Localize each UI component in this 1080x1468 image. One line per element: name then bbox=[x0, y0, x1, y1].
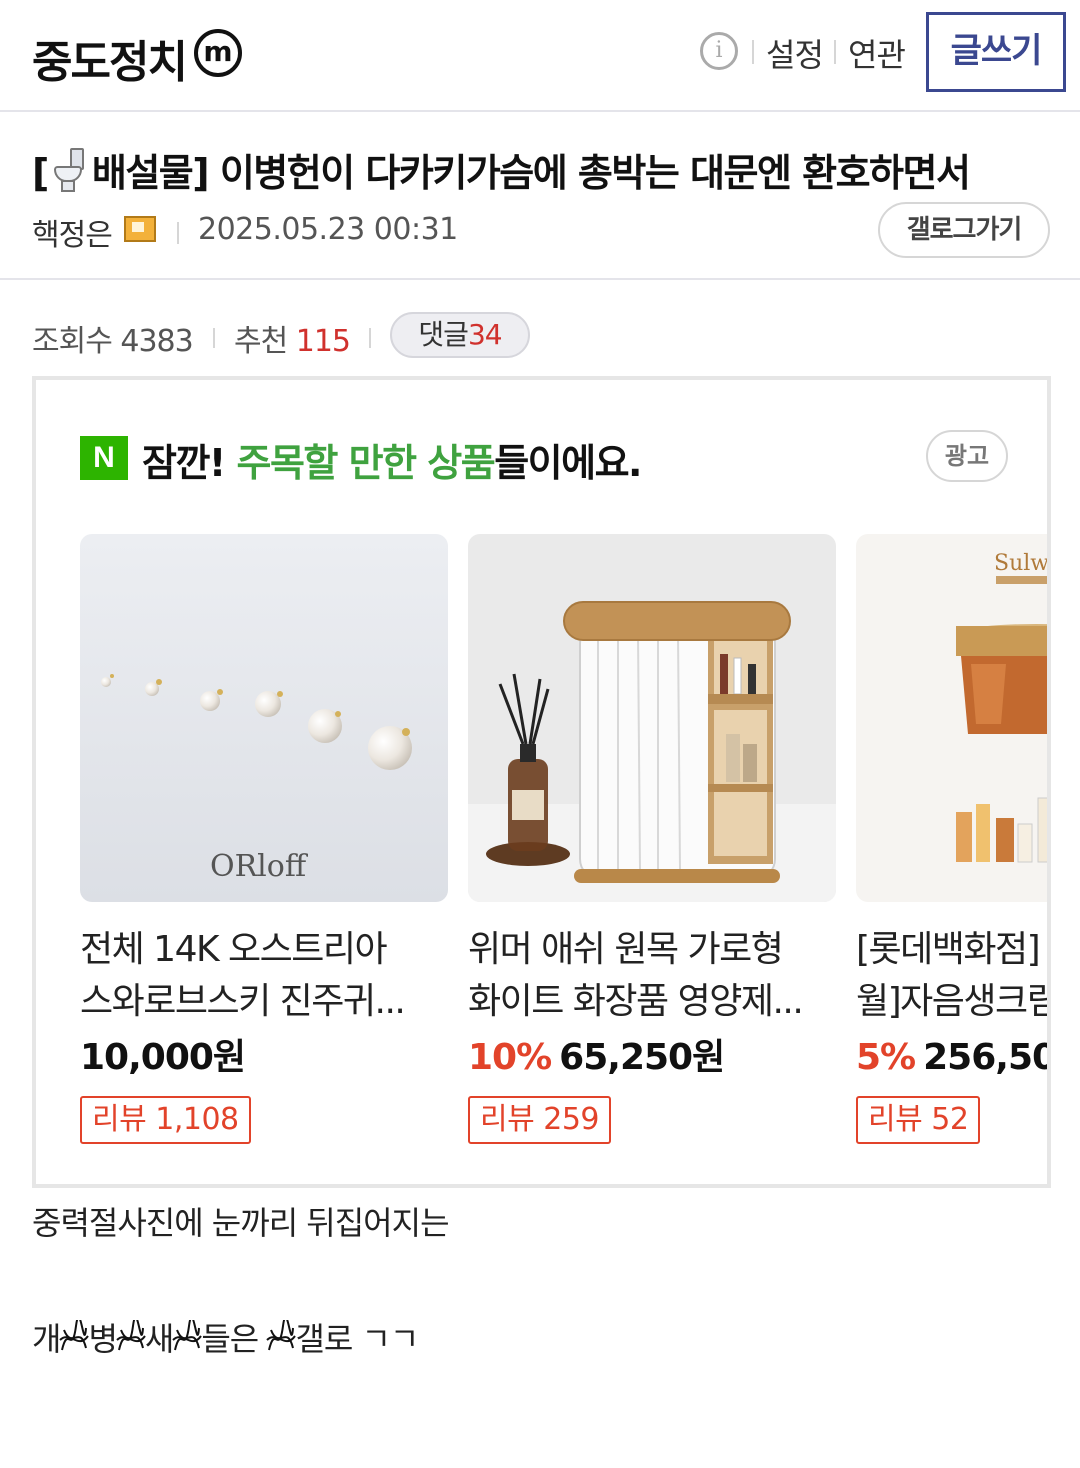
divider bbox=[213, 328, 215, 348]
product-name[interactable]: [롯데백화점] 월]자음생크림 bbox=[856, 924, 1051, 1028]
product-image[interactable]: Sulwha bbox=[856, 534, 1051, 902]
product-name-line: 전체 14K 오스트리아 bbox=[80, 929, 388, 970]
divider bbox=[834, 40, 836, 64]
body-text-part: 병 bbox=[88, 1320, 117, 1358]
info-icon[interactable]: i bbox=[700, 32, 738, 70]
censor-scribble-icon bbox=[172, 1320, 203, 1351]
divider bbox=[752, 40, 754, 64]
product-card[interactable]: Sulwha [롯데백화점] 월]자음생크림 5%256,500 리뷰 52 bbox=[856, 534, 1051, 1144]
gallog-button[interactable]: 갤로그가기 bbox=[878, 202, 1050, 258]
discount-rate: 10% bbox=[468, 1037, 552, 1078]
comment-value: 34 bbox=[467, 318, 503, 351]
settings-link[interactable]: 설정 bbox=[766, 30, 824, 76]
product-image[interactable]: ORloff bbox=[80, 534, 448, 902]
post-date: 2025.05.23 00:31 bbox=[198, 212, 458, 247]
view-count-label: 조회수 bbox=[32, 324, 113, 359]
product-name-line: 스와로브스키 진주귀... bbox=[80, 981, 406, 1022]
product-name[interactable]: 전체 14K 오스트리아 스와로브스키 진주귀... bbox=[80, 924, 448, 1028]
minor-gallery-badge-icon: m bbox=[194, 29, 242, 77]
product-price: 10% 65,250원 bbox=[468, 1028, 836, 1088]
product-price: 10,000원 bbox=[80, 1028, 448, 1088]
post-title: [ 배설물] 이병헌이 다카키가슴에 총박는 대문엔 환호하면서 bbox=[32, 142, 971, 197]
comment-count-button[interactable]: 댓글34 bbox=[390, 312, 530, 358]
ad-headline-highlight: 주목할 만한 상품 bbox=[236, 441, 496, 485]
body-text-part: 새 bbox=[144, 1320, 174, 1358]
gallery-title[interactable]: 중도정치 bbox=[32, 26, 188, 90]
product-card[interactable]: ORloff 전체 14K 오스트리아 스와로브스키 진주귀... 10,000… bbox=[80, 534, 448, 1144]
body-text-part: 개 bbox=[32, 1320, 61, 1358]
post-body-line: 중력절사진에 눈까리 뒤집어지는 bbox=[32, 1204, 450, 1242]
price-value: 10,000원 bbox=[80, 1037, 246, 1078]
ad-headline-part: 잠깐! bbox=[142, 441, 226, 485]
censor-scribble-icon bbox=[266, 1320, 297, 1351]
ad-badge[interactable]: 광고 bbox=[926, 430, 1008, 482]
related-link[interactable]: 연관 bbox=[848, 30, 906, 76]
divider bbox=[369, 328, 371, 348]
ad-headline-part: 들이에요. bbox=[494, 441, 642, 485]
ad-headline: 잠깐! 주목할 만한 상품들이에요. bbox=[142, 432, 642, 487]
product-card[interactable]: 위머 애쉬 원목 가로형 화이트 화장품 영양제... 10% 65,250원 리… bbox=[468, 534, 836, 1144]
recommend-label: 추천 bbox=[234, 324, 288, 359]
gallery-header: 중도정치 m i 설정 연관 글쓰기 bbox=[0, 0, 1080, 112]
product-name-line: [롯데백화점] bbox=[856, 929, 1041, 970]
review-count-badge: 리뷰 259 bbox=[468, 1096, 611, 1144]
toilet-icon bbox=[48, 146, 92, 194]
product-price: 5%256,500 bbox=[856, 1028, 1047, 1088]
comment-label: 댓글 bbox=[418, 318, 469, 351]
view-count-value: 4383 bbox=[120, 324, 193, 359]
body-text-part: 갤로 ㄱㄱ bbox=[295, 1320, 419, 1358]
divider bbox=[177, 222, 179, 244]
post-title-bracket: [ bbox=[32, 151, 49, 195]
post-header: [ 배설물] 이병헌이 다카키가슴에 총박는 대문엔 환호하면서 핵정은 2025… bbox=[0, 112, 1080, 280]
naver-logo-icon: N bbox=[80, 436, 128, 480]
recommend-value: 115 bbox=[295, 324, 351, 359]
write-button[interactable]: 글쓰기 bbox=[926, 12, 1066, 92]
body-text-part: 들은 bbox=[201, 1320, 268, 1358]
review-count-badge: 리뷰 52 bbox=[856, 1096, 981, 1144]
view-count: 조회수 4383 bbox=[32, 316, 194, 360]
price-value: 256,500 bbox=[923, 1037, 1047, 1078]
product-image[interactable] bbox=[468, 534, 836, 902]
product-name[interactable]: 위머 애쉬 원목 가로형 화이트 화장품 영양제... bbox=[468, 924, 836, 1028]
discount-rate: 5% bbox=[856, 1037, 916, 1078]
censor-scribble-icon bbox=[59, 1320, 90, 1351]
brand-watermark: Sulwha bbox=[994, 551, 1051, 576]
censor-scribble-icon bbox=[116, 1320, 146, 1351]
price-value: 65,250원 bbox=[559, 1037, 725, 1078]
product-name-line: 위머 애쉬 원목 가로형 bbox=[468, 929, 784, 970]
recommend-count: 추천 115 bbox=[234, 316, 351, 360]
ad-product-carousel: N 잠깐! 주목할 만한 상품들이에요. 광고 ORloff 전체 14K 오스… bbox=[32, 376, 1051, 1188]
post-title-text: 배설물] 이병헌이 다카키가슴에 총박는 대문엔 환호하면서 bbox=[91, 151, 971, 195]
product-name-line: 월]자음생크림 bbox=[856, 981, 1051, 1022]
product-name-line: 화이트 화장품 영양제... bbox=[468, 981, 804, 1022]
author-name[interactable]: 핵정은 bbox=[32, 210, 113, 254]
post-body-line: 개 병 새 들은 갤로 ㄱㄱ bbox=[32, 1314, 419, 1360]
gallog-icon[interactable] bbox=[124, 216, 156, 242]
brand-watermark: ORloff bbox=[210, 849, 309, 884]
review-count-badge: 리뷰 1,108 bbox=[80, 1096, 251, 1144]
